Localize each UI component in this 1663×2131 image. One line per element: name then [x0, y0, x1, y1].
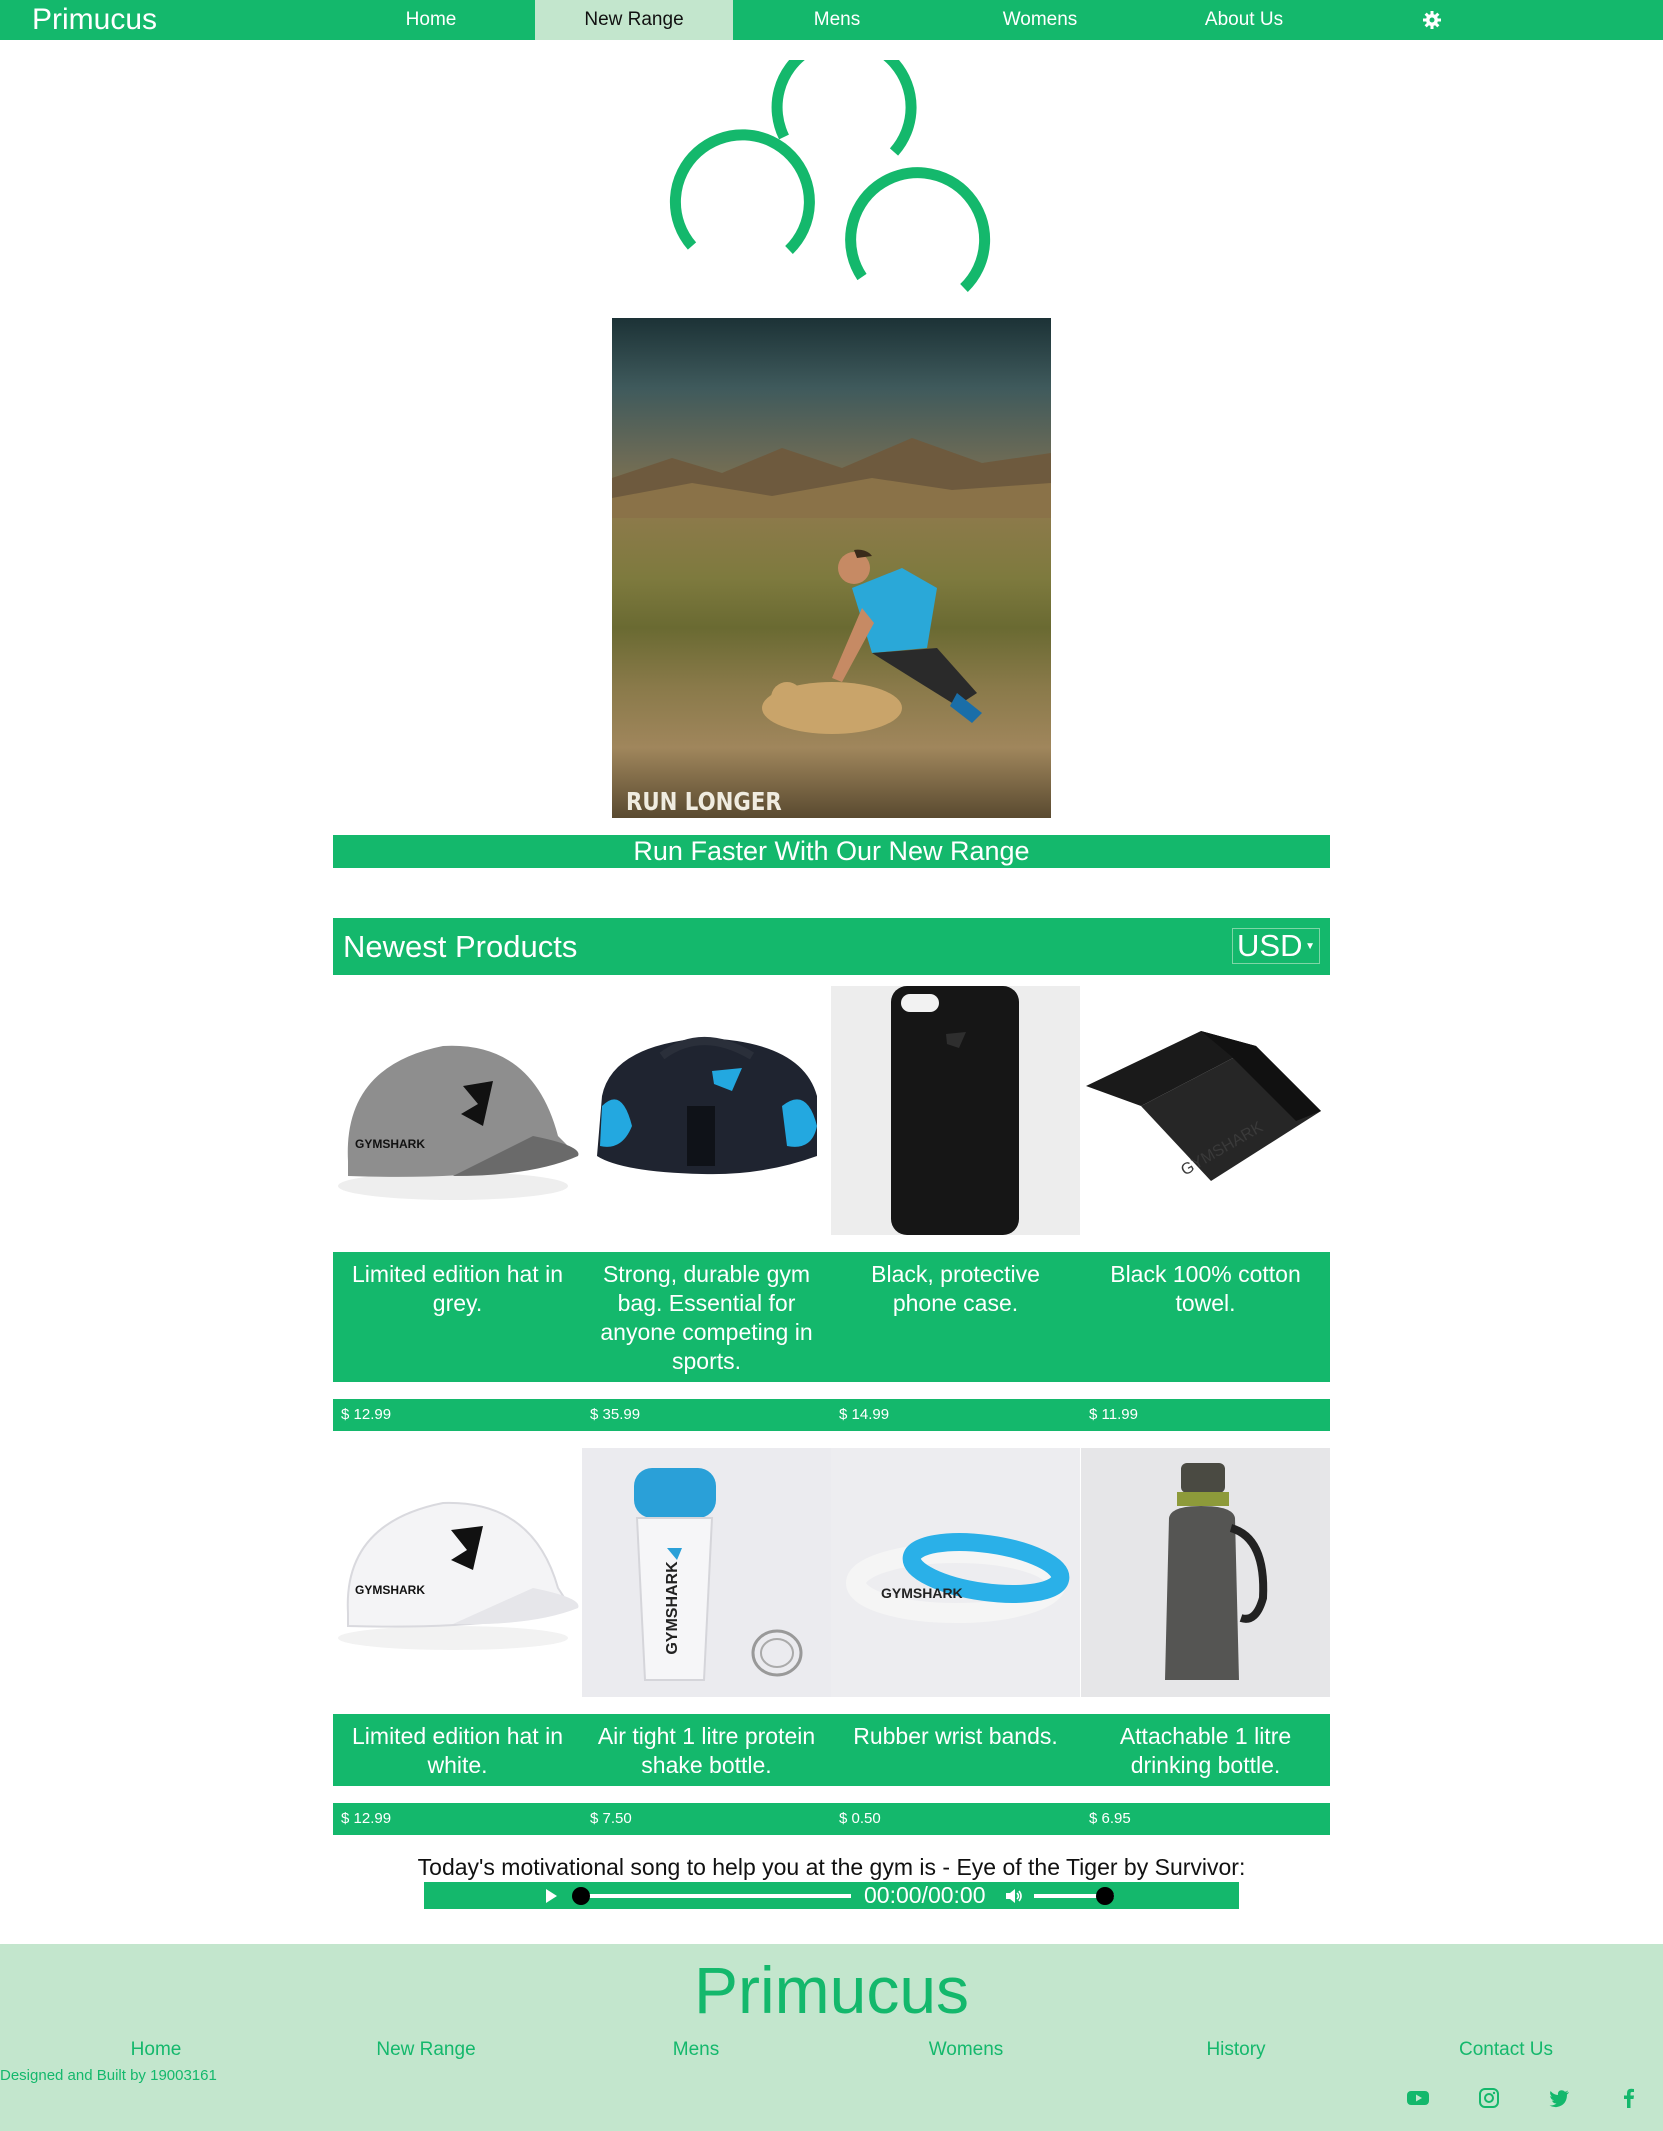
product-image-wrist-bands[interactable]: GYMSHARK — [831, 1448, 1080, 1697]
product-image-towel[interactable]: GYMSHARK — [1081, 986, 1330, 1235]
hero-image: RUN LONGER — [612, 318, 1051, 818]
phone-case-graphic — [891, 986, 1019, 1235]
chevron-down-icon: ▼ — [1305, 941, 1315, 952]
youtube-icon[interactable] — [1406, 2086, 1430, 2110]
footer-credit: Designed and Built by 19003161 — [0, 2067, 217, 2084]
nav-home[interactable]: Home — [332, 0, 530, 40]
hero-runner-dog — [762, 549, 982, 734]
product-price: $ 11.99 — [1089, 1406, 1138, 1423]
svg-text:GYMSHARK: GYMSHARK — [355, 1583, 425, 1597]
product-image-grey-hat[interactable]: GYMSHARK — [333, 986, 582, 1235]
seek-bar[interactable] — [581, 1894, 851, 1898]
product-price: $ 12.99 — [341, 1406, 392, 1423]
nav-mens[interactable]: Mens — [738, 0, 936, 40]
currency-value: USD — [1237, 928, 1303, 963]
product-description: Attachable 1 litre drinking bottle. — [1119, 1723, 1292, 1778]
white-hat-graphic: GYMSHARK — [338, 1501, 579, 1650]
product-description-row-2: Limited edition hat in white. Air tight … — [333, 1714, 1330, 1786]
product-image-drinking-bottle[interactable] — [1081, 1448, 1330, 1697]
footer-link-mens[interactable]: Mens — [561, 2038, 831, 2062]
grey-hat-graphic: GYMSHARK — [338, 1045, 579, 1200]
instagram-icon[interactable] — [1477, 2086, 1501, 2110]
footer: Primucus Home New Range Mens Womens Hist… — [0, 1944, 1663, 2131]
product-description: Black 100% cotton towel. — [1110, 1261, 1301, 1316]
top-nav: Primucus Home New Range Mens Womens Abou… — [0, 0, 1663, 40]
product-description: Limited edition hat in white. — [352, 1723, 563, 1778]
seek-handle[interactable] — [572, 1887, 590, 1905]
product-description-row-1: Limited edition hat in grey. Strong, dur… — [333, 1252, 1330, 1382]
product-description: Air tight 1 litre protein shake bottle. — [597, 1723, 816, 1778]
product-description: Black, protective phone case. — [871, 1261, 1040, 1316]
product-image-gym-bag[interactable] — [582, 986, 831, 1235]
audio-player: 00:00/00:00 — [424, 1882, 1239, 1909]
product-price: $ 6.95 — [1089, 1810, 1131, 1827]
product-price: $ 14.99 — [839, 1406, 890, 1423]
product-price-row-2: $ 12.99 $ 7.50 $ 0.50 $ 6.95 — [333, 1803, 1330, 1835]
gear-icon[interactable] — [1422, 10, 1442, 30]
footer-link-history[interactable]: History — [1101, 2038, 1371, 2062]
product-image-phone-case[interactable] — [831, 986, 1080, 1235]
product-price: $ 12.99 — [341, 1810, 392, 1827]
footer-link-home[interactable]: Home — [21, 2038, 291, 2062]
playback-time: 00:00/00:00 — [864, 1882, 986, 1908]
footer-link-womens[interactable]: Womens — [831, 2038, 1101, 2062]
currency-select[interactable]: USD ▼ — [1232, 928, 1320, 964]
product-description: Limited edition hat in grey. — [352, 1261, 563, 1316]
towel-graphic: GYMSHARK — [1086, 1031, 1321, 1181]
footer-brand: Primucus — [693, 1953, 970, 2027]
new-range-banner: Run Faster With Our New Range — [333, 835, 1330, 868]
product-price-row-1: $ 12.99 $ 35.99 $ 14.99 $ 11.99 — [333, 1399, 1330, 1431]
volume-handle[interactable] — [1096, 1887, 1114, 1905]
product-price: $ 0.50 — [839, 1810, 881, 1827]
footer-link-new-range[interactable]: New Range — [291, 2038, 561, 2062]
primucus-logo-graphic — [669, 60, 991, 292]
volume-icon[interactable] — [1005, 1888, 1023, 1904]
footer-link-contact-us[interactable]: Contact Us — [1371, 2038, 1641, 2062]
hero-hills — [612, 438, 1051, 518]
product-image-shaker-bottle[interactable]: GYMSHARK — [582, 1448, 831, 1697]
newest-products-header: Newest Products USD ▼ — [333, 918, 1330, 975]
product-price: $ 7.50 — [590, 1810, 632, 1827]
twitter-icon[interactable] — [1547, 2086, 1571, 2110]
svg-text:GYMSHARK: GYMSHARK — [355, 1137, 425, 1151]
product-description: Strong, durable gym bag. Essential for a… — [600, 1261, 813, 1374]
product-price: $ 35.99 — [590, 1406, 641, 1423]
section-title: Newest Products — [343, 929, 578, 964]
nav-womens[interactable]: Womens — [941, 0, 1139, 40]
shaker-bottle-graphic: GYMSHARK — [634, 1468, 803, 1681]
nav-new-range[interactable]: New Range — [535, 0, 733, 40]
product-description: Rubber wrist bands. — [853, 1723, 1058, 1749]
gym-bag-graphic — [597, 1037, 817, 1175]
product-image-white-hat[interactable]: GYMSHARK — [333, 1448, 582, 1697]
brand-logo-text[interactable]: Primucus — [32, 0, 157, 40]
play-icon[interactable] — [546, 1889, 557, 1903]
drinking-bottle-graphic — [1165, 1463, 1268, 1680]
motivational-song-text: Today's motivational song to help you at… — [417, 1854, 1246, 1880]
svg-text:GYMSHARK: GYMSHARK — [881, 1585, 963, 1601]
facebook-icon[interactable] — [1617, 2086, 1641, 2110]
wrist-bands-graphic: GYMSHARK — [846, 1533, 1070, 1623]
nav-about-us[interactable]: About Us — [1145, 0, 1343, 40]
svg-text:GYMSHARK: GYMSHARK — [664, 1561, 681, 1655]
hero-caption: RUN LONGER — [626, 787, 782, 816]
